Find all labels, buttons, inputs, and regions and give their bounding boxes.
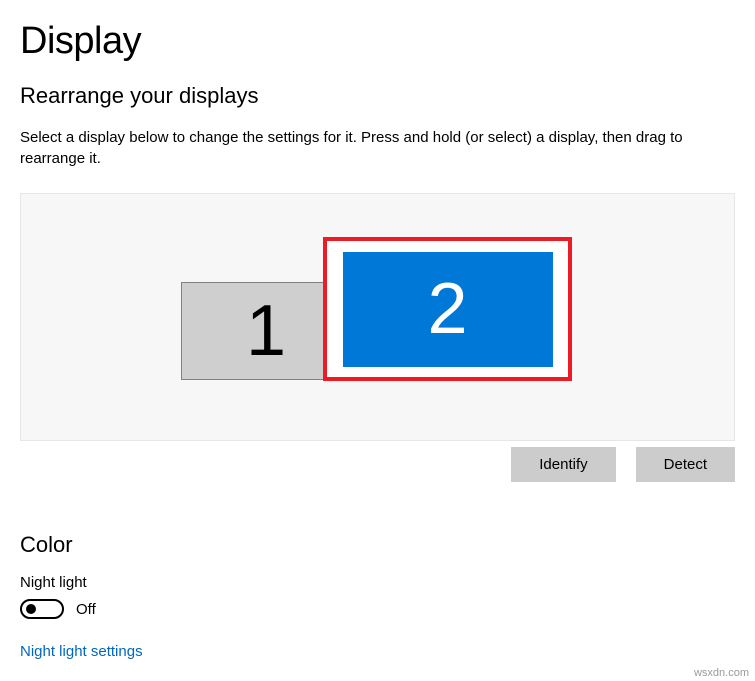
toggle-knob-icon [26,604,36,614]
display-tile-2[interactable]: 2 [343,252,553,367]
detect-button[interactable]: Detect [636,447,735,482]
night-light-toggle[interactable] [20,599,64,619]
display-number: 1 [246,290,286,372]
night-light-state: Off [76,601,96,618]
page-title: Display [20,20,735,63]
display-tile-2-highlight[interactable]: 2 [323,237,572,381]
watermark: wsxdn.com [694,667,749,679]
identify-button[interactable]: Identify [511,447,615,482]
night-light-toggle-row: Off [20,599,735,619]
display-number: 2 [427,268,467,350]
rearrange-help-text: Select a display below to change the set… [20,127,735,169]
rearrange-heading: Rearrange your displays [20,83,735,109]
display-arranger[interactable]: 1 2 [20,193,735,441]
night-light-settings-link[interactable]: Night light settings [20,643,143,660]
color-heading: Color [20,532,735,558]
night-light-label: Night light [20,574,735,591]
arranger-button-row: Identify Detect [20,447,735,482]
